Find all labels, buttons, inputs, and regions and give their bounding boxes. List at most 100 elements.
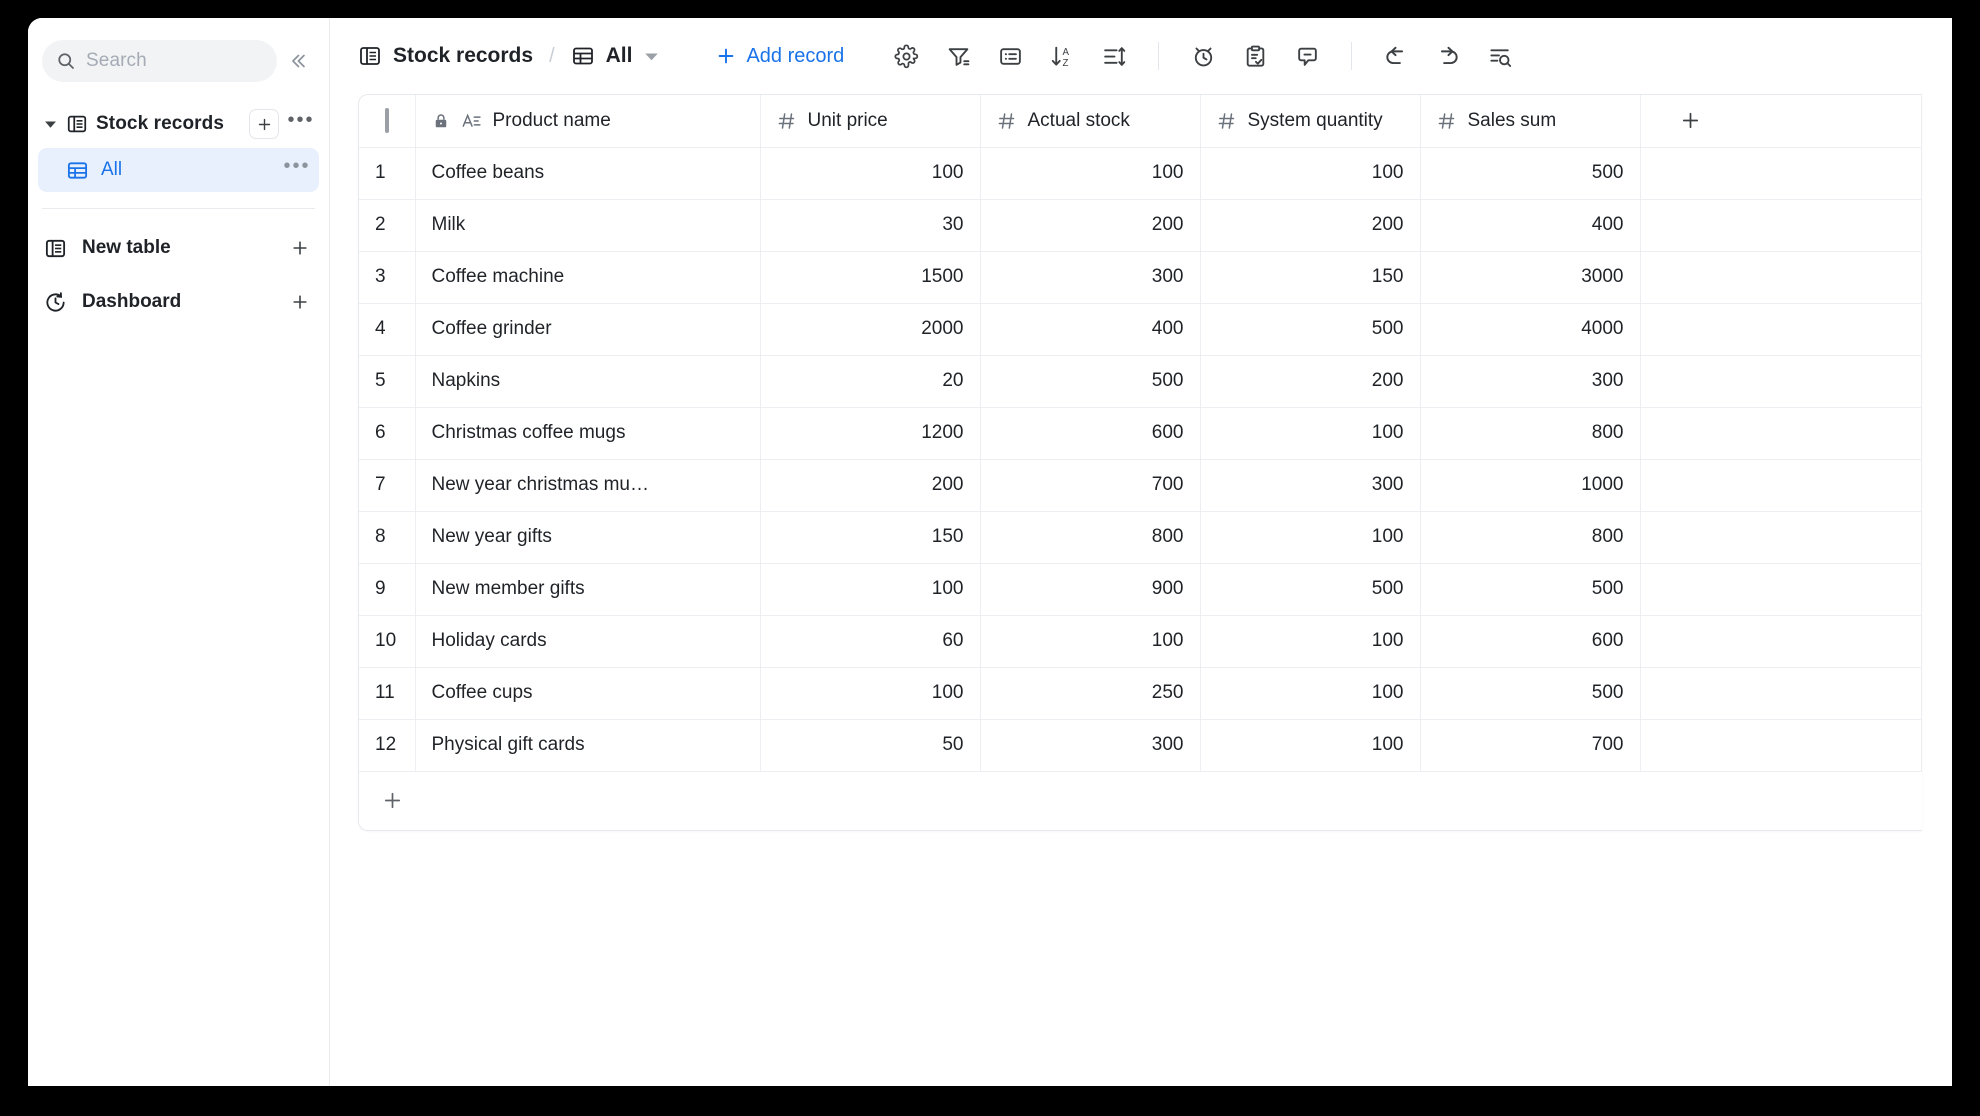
cell-name[interactable]: New member gifts (415, 563, 761, 616)
table-row[interactable]: 4 Coffee grinder 2000 400 500 4000 (359, 303, 1922, 356)
cell-sales[interactable]: 1000 (1420, 459, 1641, 512)
cell-system[interactable]: 300 (1200, 459, 1421, 512)
cell-actual[interactable]: 800 (980, 511, 1201, 564)
add-row-button[interactable] (359, 771, 1922, 830)
cell-system[interactable]: 100 (1200, 719, 1421, 772)
sidebar-view-all[interactable]: All ••• (38, 148, 319, 192)
cell-price[interactable]: 20 (760, 355, 981, 408)
cell-name[interactable]: Christmas coffee mugs (415, 407, 761, 460)
caret-down-icon[interactable] (42, 116, 58, 132)
table-row[interactable]: 12 Physical gift cards 50 300 100 700 (359, 719, 1922, 772)
column-header-name[interactable]: Product name (415, 95, 761, 148)
cell-actual[interactable]: 900 (980, 563, 1201, 616)
cell-sales[interactable]: 500 (1420, 563, 1641, 616)
cell-name[interactable]: Coffee machine (415, 251, 761, 304)
cell-sales[interactable]: 600 (1420, 615, 1641, 668)
cell-system[interactable]: 100 (1200, 667, 1421, 720)
cell-name[interactable]: Coffee grinder (415, 303, 761, 356)
form-button[interactable] (1229, 34, 1281, 78)
cell-price[interactable]: 1200 (760, 407, 981, 460)
cell-name[interactable]: Coffee beans (415, 147, 761, 200)
table-row[interactable]: 9 New member gifts 100 900 500 500 (359, 563, 1922, 616)
breadcrumb-view[interactable]: All (571, 44, 632, 68)
cell-price[interactable]: 2000 (760, 303, 981, 356)
cell-sales[interactable]: 4000 (1420, 303, 1641, 356)
cell-sales[interactable]: 500 (1420, 667, 1641, 720)
cell-price[interactable]: 30 (760, 199, 981, 252)
cell-price[interactable]: 100 (760, 147, 981, 200)
table-row[interactable]: 7 New year christmas mu… 200 700 300 100… (359, 459, 1922, 512)
table-more-button[interactable]: ••• (287, 110, 315, 138)
column-header-sales[interactable]: Sales sum (1420, 95, 1641, 148)
cell-actual[interactable]: 500 (980, 355, 1201, 408)
redo-button[interactable] (1422, 34, 1474, 78)
cell-system[interactable]: 100 (1200, 147, 1421, 200)
table-row[interactable]: 11 Coffee cups 100 250 100 500 (359, 667, 1922, 720)
table-row[interactable]: 2 Milk 30 200 200 400 (359, 199, 1922, 252)
table-row[interactable]: 8 New year gifts 150 800 100 800 (359, 511, 1922, 564)
cell-system[interactable]: 100 (1200, 407, 1421, 460)
cell-price[interactable]: 100 (760, 563, 981, 616)
column-header-actual[interactable]: Actual stock (980, 95, 1201, 148)
breadcrumb-table[interactable]: Stock records (358, 44, 533, 68)
cell-sales[interactable]: 300 (1420, 355, 1641, 408)
cell-system[interactable]: 500 (1200, 563, 1421, 616)
cell-sales[interactable]: 3000 (1420, 251, 1641, 304)
comment-button[interactable] (1281, 34, 1333, 78)
cell-name[interactable]: New year gifts (415, 511, 761, 564)
search-input[interactable]: Search (42, 40, 277, 82)
add-table-view-button[interactable] (249, 109, 279, 139)
cell-price[interactable]: 50 (760, 719, 981, 772)
cell-actual[interactable]: 700 (980, 459, 1201, 512)
cell-actual[interactable]: 100 (980, 615, 1201, 668)
cell-price[interactable]: 60 (760, 615, 981, 668)
cell-sales[interactable]: 500 (1420, 147, 1641, 200)
table-row[interactable]: 6 Christmas coffee mugs 1200 600 100 800 (359, 407, 1922, 460)
cell-actual[interactable]: 400 (980, 303, 1201, 356)
cell-actual[interactable]: 250 (980, 667, 1201, 720)
cell-sales[interactable]: 800 (1420, 511, 1641, 564)
filter-button[interactable] (932, 34, 984, 78)
column-header-price[interactable]: Unit price (760, 95, 981, 148)
cell-name[interactable]: Physical gift cards (415, 719, 761, 772)
checkbox-icon[interactable] (384, 107, 389, 133)
chevron-down-icon[interactable] (644, 49, 659, 64)
cell-actual[interactable]: 600 (980, 407, 1201, 460)
cell-sales[interactable]: 700 (1420, 719, 1641, 772)
row-height-button[interactable] (1088, 34, 1140, 78)
cell-system[interactable]: 100 (1200, 615, 1421, 668)
cell-name[interactable]: Napkins (415, 355, 761, 408)
collapse-sidebar-button[interactable] (283, 46, 313, 76)
add-record-button[interactable]: Add record (715, 45, 844, 68)
cell-system[interactable]: 500 (1200, 303, 1421, 356)
cell-system[interactable]: 200 (1200, 199, 1421, 252)
cell-sales[interactable]: 400 (1420, 199, 1641, 252)
view-more-button[interactable]: ••• (283, 156, 311, 184)
cell-price[interactable]: 150 (760, 511, 981, 564)
add-dashboard-button[interactable] (287, 289, 313, 315)
cell-name[interactable]: New year christmas mu… (415, 459, 761, 512)
table-row[interactable]: 10 Holiday cards 60 100 100 600 (359, 615, 1922, 668)
cell-actual[interactable]: 300 (980, 251, 1201, 304)
column-header-system[interactable]: System quantity (1200, 95, 1421, 148)
group-button[interactable] (984, 34, 1036, 78)
cell-system[interactable]: 200 (1200, 355, 1421, 408)
table-row[interactable]: 3 Coffee machine 1500 300 150 3000 (359, 251, 1922, 304)
cell-system[interactable]: 150 (1200, 251, 1421, 304)
history-button[interactable] (1177, 34, 1229, 78)
undo-button[interactable] (1370, 34, 1422, 78)
sort-button[interactable]: A Z (1036, 34, 1088, 78)
cell-actual[interactable]: 300 (980, 719, 1201, 772)
sidebar-item-new-table[interactable]: New table (28, 221, 329, 275)
search-records-button[interactable] (1474, 34, 1526, 78)
settings-button[interactable] (880, 34, 932, 78)
cell-price[interactable]: 1500 (760, 251, 981, 304)
sidebar-table-stock-records[interactable]: Stock records ••• (28, 104, 329, 144)
cell-sales[interactable]: 800 (1420, 407, 1641, 460)
cell-price[interactable]: 100 (760, 667, 981, 720)
cell-name[interactable]: Coffee cups (415, 667, 761, 720)
add-field-button[interactable] (1640, 95, 1922, 148)
cell-name[interactable]: Milk (415, 199, 761, 252)
table-row[interactable]: 5 Napkins 20 500 200 300 (359, 355, 1922, 408)
sidebar-item-dashboard[interactable]: Dashboard (28, 275, 329, 329)
